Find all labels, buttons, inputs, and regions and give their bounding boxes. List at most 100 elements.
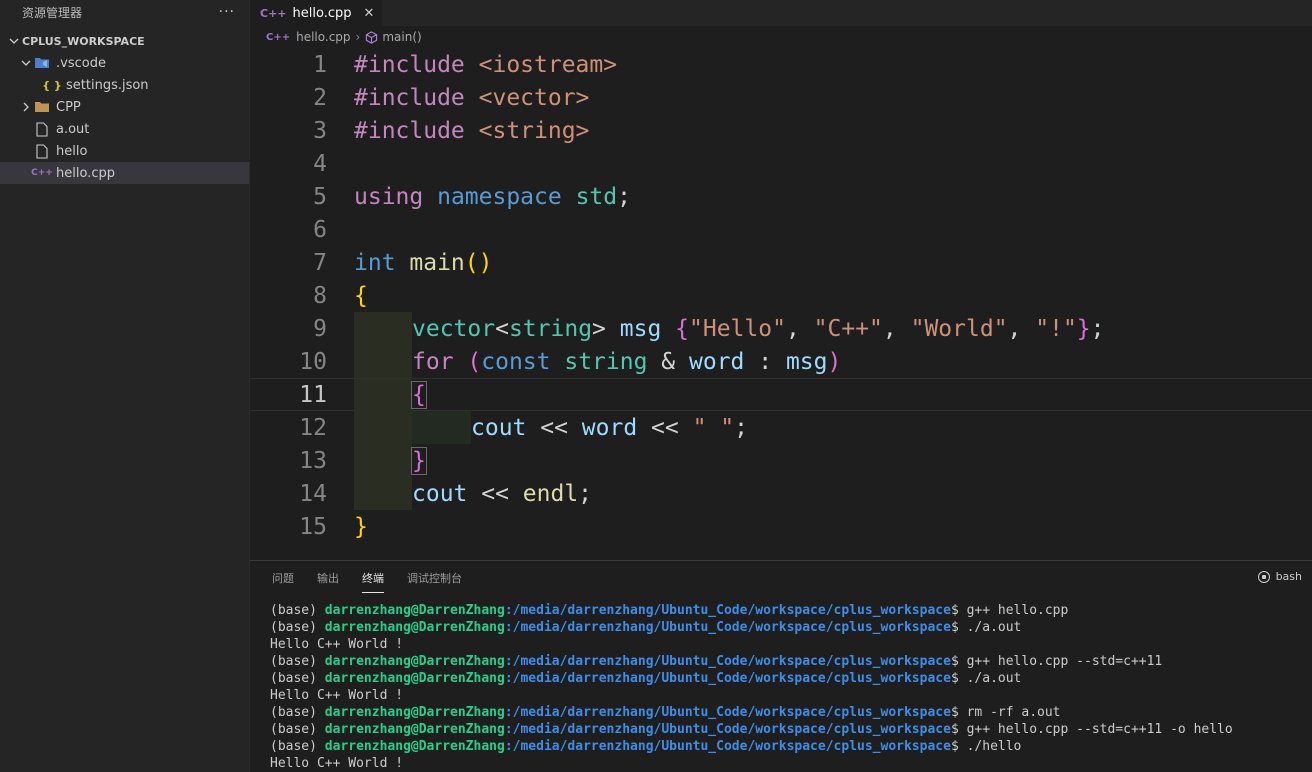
tab-problems[interactable]: 问题 — [272, 561, 294, 595]
line-number: 7 — [313, 249, 327, 276]
tree-item-cpp-folder[interactable]: CPP — [0, 96, 249, 118]
tree-item-hello-cpp[interactable]: C++ hello.cpp — [0, 162, 249, 184]
code-token: vector — [412, 315, 496, 342]
code-line: 12 cout << word << " "; — [250, 411, 1312, 444]
code-token: ; — [734, 414, 748, 441]
line-number: 1 — [313, 51, 327, 78]
tree-item-a-out[interactable]: a.out — [0, 118, 249, 140]
terminal-path: :/media/darrenzhang/Ubuntu_Code/workspac… — [504, 671, 951, 686]
code-editor[interactable]: 1 #include <iostream> 2 #include <vector… — [250, 48, 1312, 543]
line-number: 5 — [313, 183, 327, 210]
terminal-line: (base) darrenzhang@DarrenZhang:/media/da… — [270, 738, 1312, 755]
code-token: , — [1007, 315, 1036, 342]
code-token: msg — [785, 348, 828, 375]
explorer-sidebar: 资源管理器 ··· CPLUS_WORKSPACE .vscode { } se… — [0, 0, 250, 772]
terminal-prefix: (base) — [270, 603, 325, 618]
terminal-user: darrenzhang@DarrenZhang — [324, 739, 505, 754]
terminal-line: (base) darrenzhang@DarrenZhang:/media/da… — [270, 721, 1312, 738]
code-line: 14 cout << endl; — [250, 477, 1312, 510]
terminal-path: :/media/darrenzhang/Ubuntu_Code/workspac… — [504, 705, 951, 720]
code-token: } — [354, 513, 368, 540]
code-token: ; — [1090, 315, 1105, 342]
tree-item-label: a.out — [56, 121, 90, 137]
terminal-line: (base) darrenzhang@DarrenZhang:/media/da… — [270, 704, 1312, 721]
line-number: 13 — [299, 447, 327, 474]
line-number: 11 — [299, 381, 327, 408]
code-token: cout — [412, 480, 468, 507]
terminal-line: Hello C++ World ! — [270, 687, 1312, 704]
folder-icon — [34, 99, 50, 115]
code-token: word — [689, 348, 745, 375]
code-line: 8 { — [250, 279, 1312, 312]
terminal-path: :/media/darrenzhang/Ubuntu_Code/workspac… — [504, 654, 951, 669]
code-token: { — [411, 380, 427, 409]
terminal-output: Hello C++ World ! — [270, 688, 404, 703]
tree-item-settings-json[interactable]: { } settings.json — [0, 74, 249, 96]
tab-output[interactable]: 输出 — [317, 561, 339, 595]
terminal-line: Hello C++ World ! — [270, 755, 1312, 772]
code-token: < — [495, 315, 509, 342]
terminal-line: Hello C++ World ! — [270, 636, 1312, 653]
terminal-cmd: $ rm -rf a.out — [950, 705, 1061, 720]
code-line: 9 vector<string> msg {"Hello", "C++", "W… — [250, 312, 1312, 345]
terminal-line: (base) darrenzhang@DarrenZhang:/media/da… — [270, 670, 1312, 687]
code-token: & — [647, 348, 689, 375]
line-number: 15 — [299, 513, 327, 540]
terminal-output: Hello C++ World ! — [270, 756, 404, 771]
json-icon: { } — [42, 78, 62, 92]
code-token: ) — [478, 249, 493, 276]
breadcrumb-symbol[interactable]: main() — [382, 30, 421, 44]
tree-item-hello[interactable]: hello — [0, 140, 249, 162]
terminal-user: darrenzhang@DarrenZhang — [324, 654, 505, 669]
code-token: , — [785, 315, 814, 342]
tab-hello-cpp[interactable]: C++ hello.cpp ✕ — [250, 0, 384, 26]
shell-name: bash — [1275, 570, 1302, 583]
cpp-file-icon: C++ — [266, 31, 291, 43]
line-number: 12 — [299, 414, 327, 441]
code-token: ; — [578, 480, 593, 507]
terminal-prefix: (base) — [270, 739, 325, 754]
code-token: ) — [827, 348, 842, 375]
terminal-user: darrenzhang@DarrenZhang — [324, 603, 505, 618]
code-token: string — [550, 348, 648, 375]
chevron-right-icon: › — [355, 30, 361, 44]
terminal-line: (base) darrenzhang@DarrenZhang:/media/da… — [270, 602, 1312, 619]
close-icon[interactable]: ✕ — [364, 6, 375, 21]
terminal-prefix: (base) — [270, 722, 325, 737]
code-token: { — [354, 282, 368, 309]
terminal-prefix: (base) — [270, 654, 325, 669]
code-token: ( — [467, 348, 482, 375]
line-number: 4 — [313, 150, 327, 177]
breadcrumb-file[interactable]: hello.cpp — [296, 30, 350, 44]
vscode-folder-icon — [34, 55, 50, 71]
terminal-shell-selector[interactable]: bash — [1257, 570, 1302, 583]
code-token: <string> — [464, 117, 590, 144]
code-token: << — [526, 414, 582, 441]
terminal-path: :/media/darrenzhang/Ubuntu_Code/workspac… — [504, 722, 951, 737]
line-number: 8 — [313, 282, 327, 309]
code-token: "!" — [1035, 315, 1077, 342]
code-token: <vector> — [464, 84, 590, 111]
terminal-line: (base) darrenzhang@DarrenZhang:/media/da… — [270, 653, 1312, 670]
file-icon — [34, 143, 50, 159]
terminal-user: darrenzhang@DarrenZhang — [324, 671, 505, 686]
workspace-section-header[interactable]: CPLUS_WORKSPACE — [0, 30, 249, 52]
tree-item-vscode-folder[interactable]: .vscode — [0, 52, 249, 74]
code-token: std — [561, 183, 618, 210]
method-icon — [365, 30, 378, 44]
tab-terminal[interactable]: 终端 — [362, 561, 384, 595]
more-actions-button[interactable]: ··· — [219, 4, 235, 20]
code-token: #include — [354, 117, 465, 144]
tab-debug-console[interactable]: 调试控制台 — [407, 561, 462, 595]
terminal-prefix: (base) — [270, 705, 325, 720]
code-token: " " — [692, 414, 735, 441]
code-token: << — [637, 414, 693, 441]
terminal-cmd: $ ./hello — [950, 739, 1022, 754]
code-line: 2 #include <vector> — [250, 81, 1312, 114]
terminal-output[interactable]: (base) darrenzhang@DarrenZhang:/media/da… — [250, 595, 1312, 772]
line-number: 2 — [313, 84, 327, 111]
terminal-cmd: $ g++ hello.cpp --std=c++11 — [950, 654, 1163, 669]
terminal-prefix: (base) — [270, 671, 325, 686]
code-token: #include — [354, 51, 465, 78]
